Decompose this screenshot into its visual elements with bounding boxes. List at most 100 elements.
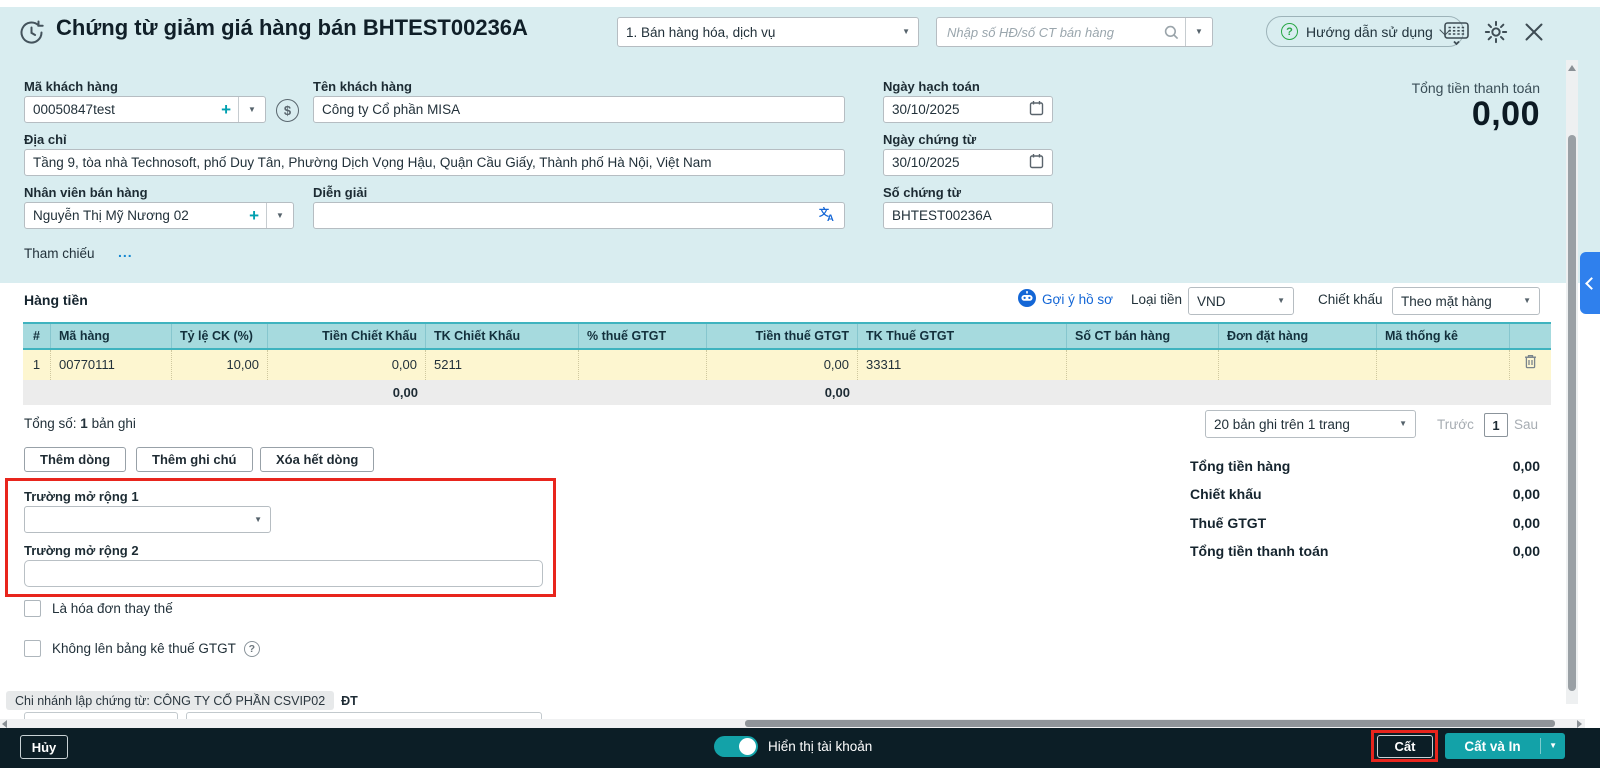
add-note-button[interactable]: Thêm ghi chú — [136, 447, 253, 472]
cell-ma-hang[interactable]: 00770111 — [51, 350, 172, 380]
add-customer-icon[interactable]: + — [221, 101, 231, 118]
voucher-no-input[interactable]: BHTEST00236A — [883, 202, 1053, 229]
save-button[interactable]: Cất — [1377, 735, 1433, 758]
trash-icon[interactable] — [1524, 350, 1537, 380]
add-row-button[interactable]: Thêm dòng — [24, 447, 127, 472]
col-header[interactable]: Đơn đặt hàng — [1219, 324, 1377, 348]
search-input[interactable] — [945, 18, 1156, 46]
checkbox-label: Là hóa đơn thay thế — [52, 601, 173, 616]
vertical-scrollbar[interactable] — [1566, 60, 1578, 704]
cell-don-dat-hang[interactable] — [1219, 350, 1377, 380]
grand-total-label: Tổng tiền thanh toán — [1411, 80, 1540, 96]
pagination-prev[interactable]: Trước — [1437, 417, 1474, 432]
save-and-print-label: Cất và In — [1464, 738, 1521, 754]
no-vat-declaration-row: Không lên bảng kê thuế GTGT ? — [24, 640, 260, 657]
discount-mode-select[interactable]: Theo mặt hàng ▼ — [1392, 287, 1540, 315]
col-header[interactable]: TK Thuế GTGT — [858, 324, 1067, 348]
cell-tk-chiet-khau[interactable]: 5211 — [426, 350, 579, 380]
add-salesperson-icon[interactable]: + — [249, 207, 259, 224]
total-cell — [51, 380, 172, 405]
delete-all-rows-button[interactable]: Xóa hết dòng — [260, 447, 375, 472]
memo-input[interactable]: 文 A — [313, 202, 845, 229]
caret-down-icon: ▼ — [248, 104, 256, 114]
col-header[interactable]: # — [23, 324, 51, 348]
horizontal-scrollbar[interactable] — [0, 719, 1585, 728]
salesperson-caret[interactable]: ▼ — [266, 203, 293, 228]
horizontal-scrollbar-thumb[interactable] — [745, 720, 1555, 727]
col-header[interactable]: Tiền Chiết Khấu — [268, 324, 426, 348]
posting-date-label: Ngày hạch toán — [883, 79, 980, 94]
total-cell — [1219, 380, 1377, 405]
checkbox[interactable] — [24, 600, 41, 617]
scroll-up-icon[interactable] — [1568, 65, 1576, 71]
address-value: Tầng 9, tòa nhà Technosoft, phố Duy Tân,… — [33, 155, 712, 170]
suggest-documents-link[interactable]: Gợi ý hồ sơ — [1042, 292, 1113, 307]
discount-mode-value: Theo mặt hàng — [1401, 293, 1492, 309]
posting-date-input[interactable]: 30/10/2025 — [883, 96, 1053, 123]
scroll-left-icon[interactable] — [2, 720, 7, 728]
col-header[interactable]: Tỷ lệ CK (%) — [172, 324, 268, 348]
vertical-scrollbar-thumb[interactable] — [1568, 135, 1576, 691]
summary-row: Tổng tiền hàng 0,00 — [1190, 458, 1540, 474]
chevron-left-icon — [1585, 276, 1598, 290]
address-input[interactable]: Tầng 9, tòa nhà Technosoft, phố Duy Tân,… — [24, 149, 845, 176]
extension-field2-input[interactable] — [24, 560, 543, 587]
cell-tien-thue[interactable]: 0,00 — [707, 350, 858, 380]
customer-balance-icon[interactable]: $ — [276, 99, 299, 122]
caret-down-icon[interactable]: ▼ — [1541, 742, 1565, 750]
scroll-right-icon[interactable] — [1577, 720, 1582, 728]
cell-pct-thue[interactable] — [579, 350, 707, 380]
cell-ty-le-ck[interactable]: 10,00 — [172, 350, 268, 380]
cancel-button[interactable]: Hủy — [20, 735, 68, 759]
search-icon[interactable] — [1164, 25, 1185, 40]
help-button[interactable]: ? Hướng dẫn sử dụng — [1266, 16, 1464, 47]
cell-so-ct[interactable] — [1067, 350, 1219, 380]
settings-gear-icon[interactable] — [1483, 19, 1509, 50]
close-icon[interactable] — [1523, 21, 1545, 48]
address-label: Địa chỉ — [24, 132, 67, 147]
reference-more-link[interactable]: ... — [118, 244, 133, 260]
col-header[interactable]: TK Chiết Khấu — [426, 324, 579, 348]
summary-row: Tổng tiền thanh toán 0,00 — [1190, 543, 1540, 559]
show-accounts-toggle[interactable] — [714, 736, 758, 757]
page-size-select[interactable]: 20 bản ghi trên 1 trang ▼ — [1205, 410, 1416, 438]
cell-ma-thong-ke[interactable] — [1377, 350, 1510, 380]
table-row[interactable]: 1 00770111 10,00 0,00 5211 0,00 33311 — [23, 350, 1551, 380]
customer-name-input[interactable]: Công ty Cổ phần MISA — [313, 96, 845, 123]
col-header[interactable]: Số CT bán hàng — [1067, 324, 1219, 348]
calendar-icon[interactable] — [1029, 100, 1044, 119]
search-caret[interactable]: ▼ — [1185, 18, 1212, 46]
customer-code-caret[interactable]: ▼ — [238, 97, 265, 122]
customer-code-value: 00050847test — [33, 102, 115, 117]
salesperson-combo[interactable]: Nguyễn Thị Mỹ Nương 02 + ▼ — [24, 202, 294, 229]
col-header[interactable]: Mã hàng — [51, 324, 172, 348]
help-label: Hướng dẫn sử dụng — [1306, 23, 1433, 40]
info-question-icon[interactable]: ? — [243, 640, 260, 657]
pagination-next[interactable]: Sau — [1514, 417, 1538, 432]
voucher-date-input[interactable]: 30/10/2025 — [883, 149, 1053, 176]
caret-down-icon: ▼ — [1195, 27, 1203, 36]
extension-field1-select[interactable]: ▼ — [24, 506, 271, 533]
collapse-panel-tab[interactable] — [1580, 252, 1600, 314]
cell-no[interactable]: 1 — [23, 350, 51, 380]
cell-tk-thue[interactable]: 33311 — [858, 350, 1067, 380]
translate-icon[interactable]: 文 A — [819, 206, 836, 225]
invoice-search-box[interactable]: ▼ — [936, 17, 1213, 47]
voucher-type-select[interactable]: 1. Bán hàng hóa, dịch vụ ▼ — [617, 17, 919, 47]
extension-field2-label: Trường mở rộng 2 — [24, 543, 139, 558]
cell-tien-chiet-khau[interactable]: 0,00 — [268, 350, 426, 380]
history-icon[interactable] — [18, 19, 45, 51]
calendar-icon[interactable] — [1029, 153, 1044, 172]
currency-select[interactable]: VND ▼ — [1188, 287, 1294, 315]
col-header[interactable]: Tiền thuế GTGT — [707, 324, 858, 348]
discount-mode-label: Chiết khấu — [1318, 292, 1383, 307]
shortcut-keyboard-icon[interactable] — [1443, 21, 1470, 51]
save-and-print-button[interactable]: Cất và In ▼ — [1445, 733, 1565, 759]
col-header[interactable]: Mã thống kê — [1377, 324, 1510, 348]
total-cell — [1067, 380, 1219, 405]
col-header[interactable]: % thuế GTGT — [579, 324, 707, 348]
customer-code-combo[interactable]: 00050847test + ▼ — [24, 96, 266, 123]
pagination-page-box[interactable]: 1 — [1484, 413, 1508, 437]
ai-robot-icon[interactable] — [1018, 289, 1036, 312]
checkbox[interactable] — [24, 640, 41, 657]
